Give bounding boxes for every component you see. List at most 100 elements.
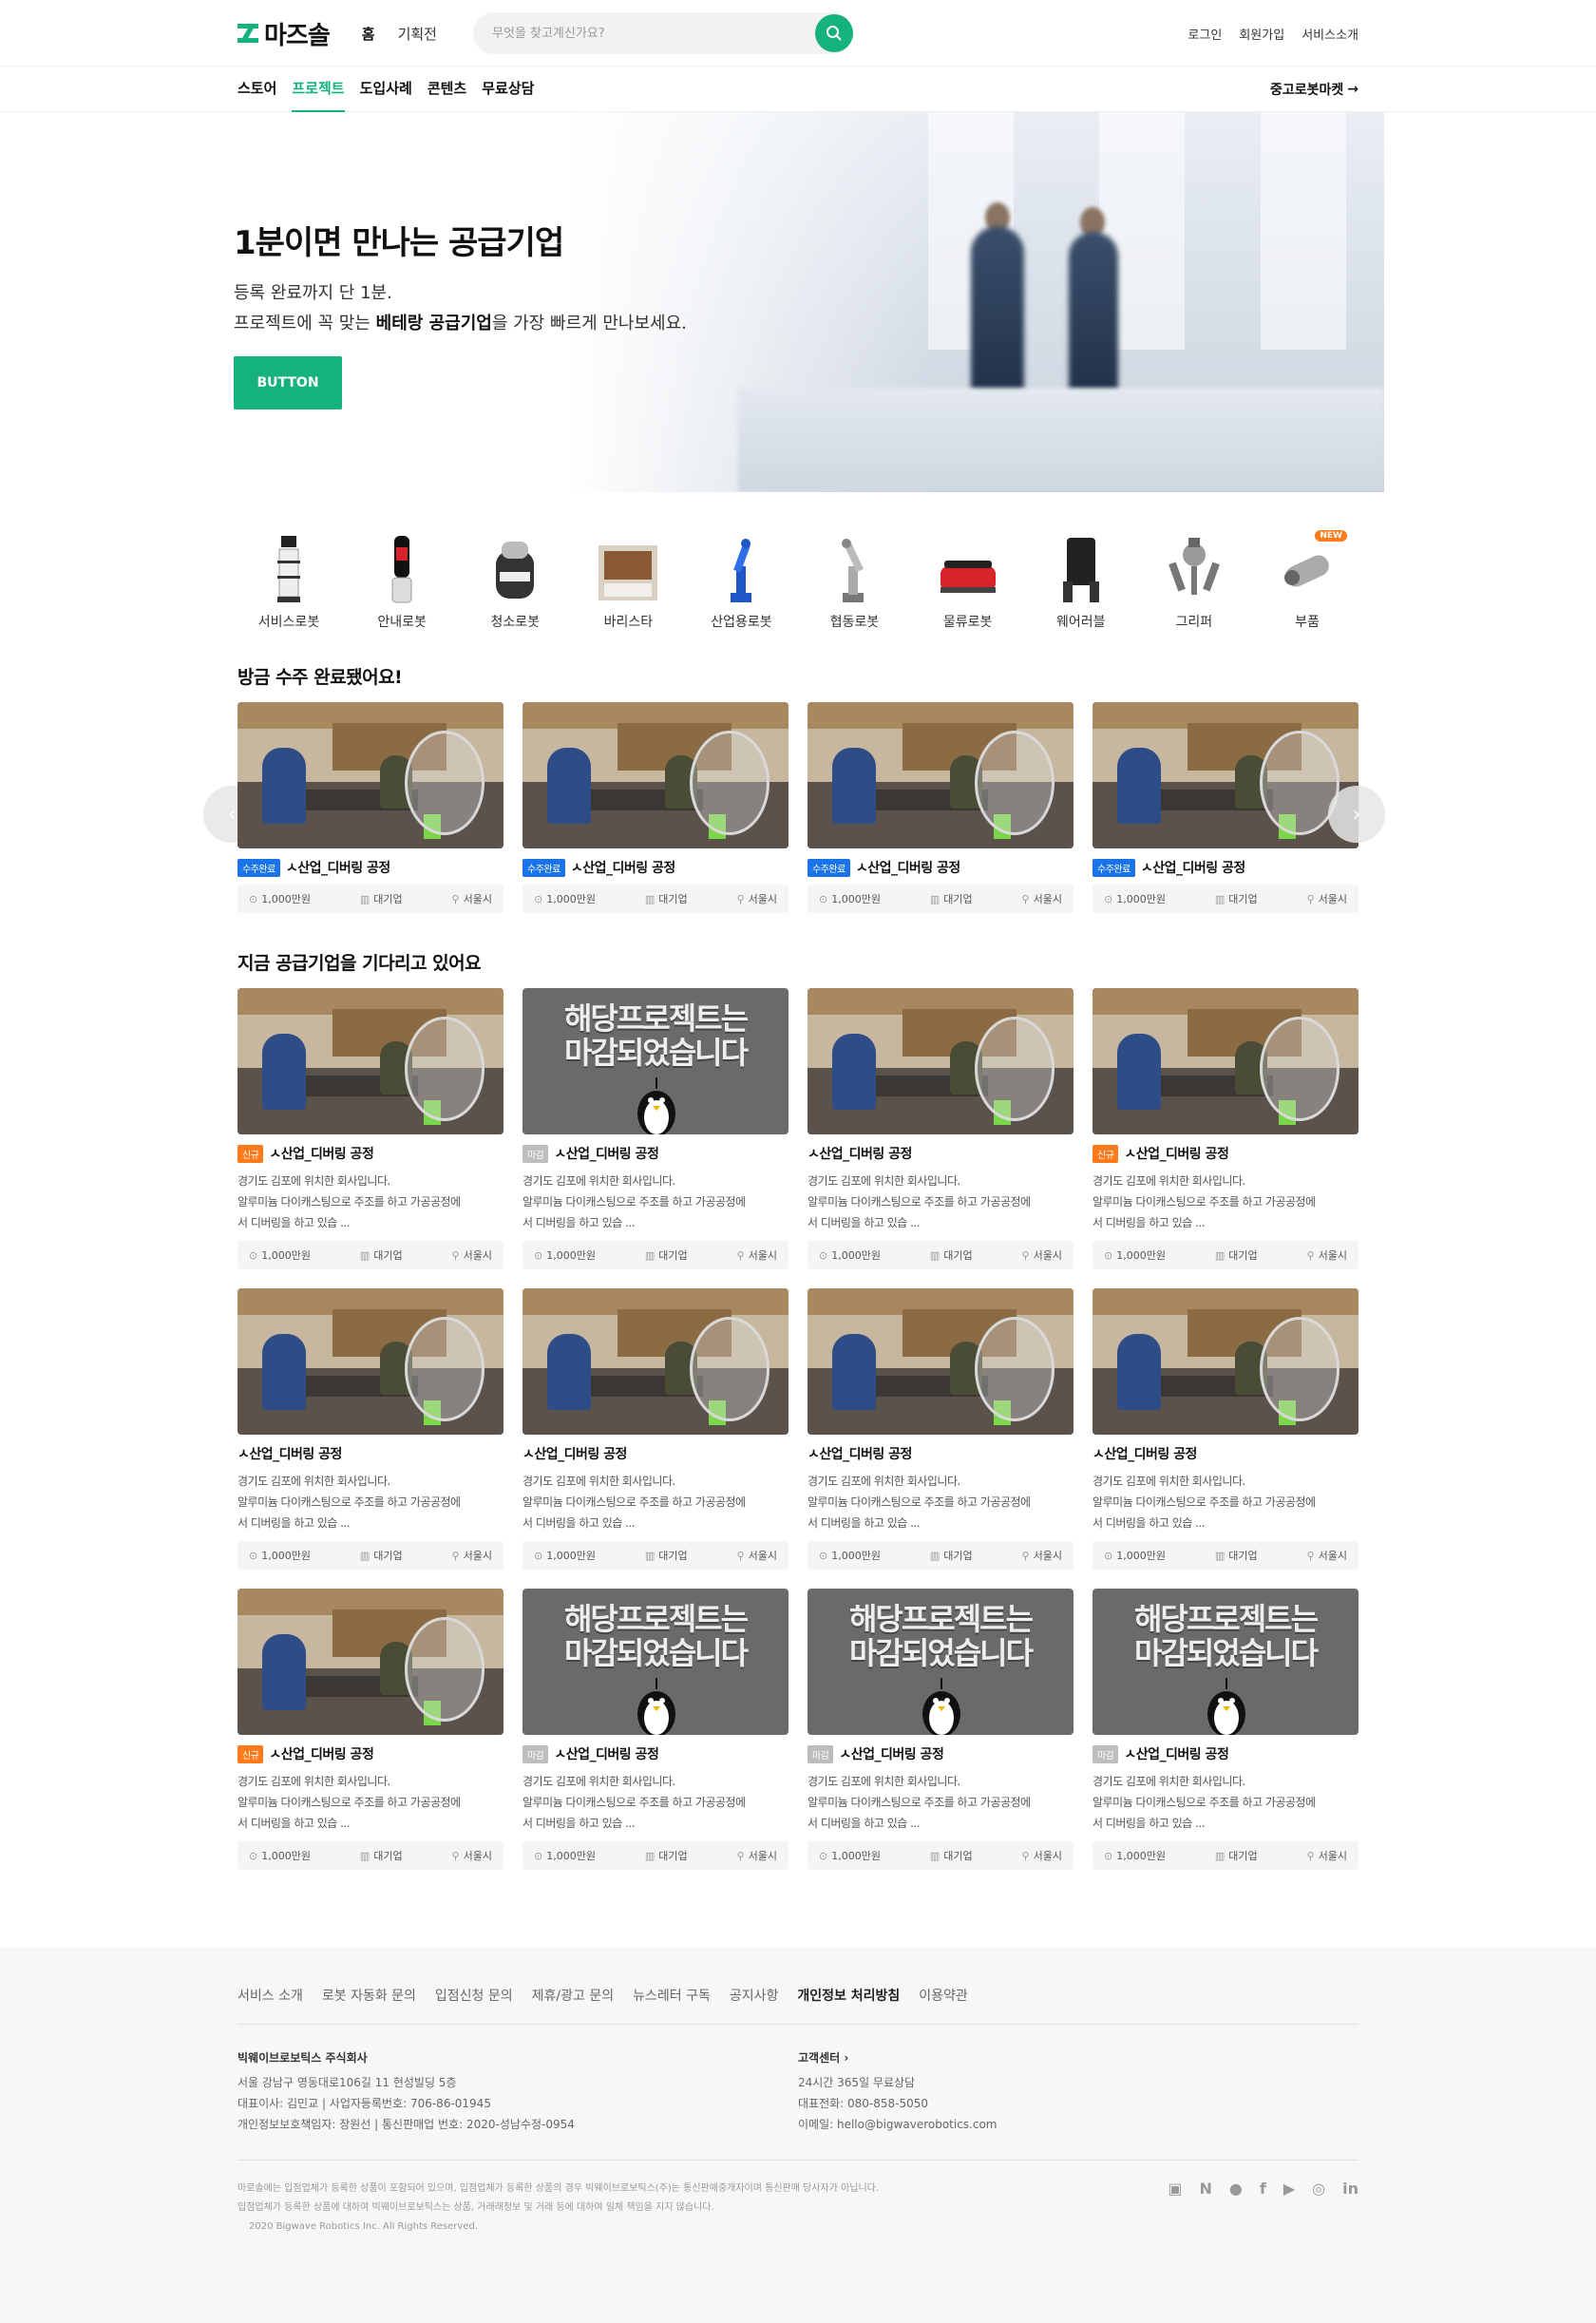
project-thumbnail[interactable] — [238, 702, 504, 848]
completed-project-card[interactable]: 수주완료 ㅅ산업_디버링 공정 ⊙ 1,000만원 ▥ 대기업 ⚲ 서울시 — [1092, 702, 1358, 913]
location-icon: ⚲ — [736, 1549, 745, 1562]
footer-link-4[interactable]: 뉴스레터 구독 — [633, 1986, 711, 2005]
footer-link-1[interactable]: 로봇 자동화 문의 — [322, 1986, 416, 2005]
category-0[interactable]: 서비스로봇 — [243, 532, 334, 631]
search-input[interactable] — [491, 26, 796, 41]
closed-project-thumbnail[interactable]: 해당프로젝트는 마감되었습니다 — [808, 1589, 1074, 1735]
project-thumbnail[interactable] — [522, 702, 788, 848]
project-thumbnail[interactable] — [808, 988, 1074, 1134]
project-title[interactable]: 마감 ㅅ산업_디버링 공정 — [522, 1744, 788, 1763]
waiting-project-card[interactable]: 신규 ㅅ산업_디버링 공정 경기도 김포에 위치한 회사입니다. 알루미늄 다이캐스팅… — [238, 1589, 504, 1870]
footer-link-6[interactable]: 개인정보 처리방침 — [797, 1986, 900, 2005]
hero-button[interactable]: BUTTON — [234, 356, 342, 409]
category-2[interactable]: 청소로봇 — [469, 532, 560, 631]
waiting-project-card[interactable]: 해당프로젝트는 마감되었습니다 마감 ㅅ산업_디버링 공정 경기도 김포에 위치한 회사… — [808, 1589, 1074, 1870]
nav-home[interactable]: 홈 — [362, 24, 375, 44]
hero-image — [567, 112, 1384, 492]
youtube-icon[interactable]: ▶ — [1283, 2180, 1295, 2198]
search-button[interactable] — [814, 14, 853, 52]
naver-icon[interactable]: N — [1200, 2180, 1212, 2198]
category-9[interactable]: 부품 NEW — [1262, 530, 1353, 631]
project-title[interactable]: 수주완료 ㅅ산업_디버링 공정 — [238, 858, 504, 877]
project-title[interactable]: ㅅ산업_디버링 공정 — [808, 1444, 1074, 1463]
project-thumbnail[interactable] — [1092, 1288, 1358, 1435]
completed-project-card[interactable]: 수주완료 ㅅ산업_디버링 공정 ⊙ 1,000만원 ▥ 대기업 ⚲ 서울시 — [522, 702, 788, 913]
project-title[interactable]: 마감 ㅅ산업_디버링 공정 — [522, 1144, 788, 1163]
tab-3[interactable]: 콘텐츠 — [428, 67, 466, 112]
location-icon: ⚲ — [451, 1849, 460, 1862]
project-thumbnail[interactable] — [1092, 988, 1358, 1134]
project-title[interactable]: ㅅ산업_디버링 공정 — [808, 1144, 1074, 1163]
project-thumbnail[interactable] — [808, 702, 1074, 848]
tab-1[interactable]: 프로젝트 — [292, 67, 345, 112]
category-8[interactable]: 그리퍼 — [1149, 532, 1240, 631]
waiting-project-card[interactable]: 신규 ㅅ산업_디버링 공정 경기도 김포에 위치한 회사입니다. 알루미늄 다이캐스팅… — [1092, 988, 1358, 1269]
used-robot-market-link[interactable]: 중고로봇마켓 → — [1270, 80, 1358, 99]
project-thumbnail[interactable] — [238, 1589, 504, 1735]
waiting-project-card[interactable]: 해당프로젝트는 마감되었습니다 마감 ㅅ산업_디버링 공정 경기도 김포에 위치한 회사… — [522, 1589, 788, 1870]
building-icon: ▥ — [1214, 892, 1226, 905]
tab-4[interactable]: 무료상담 — [482, 67, 534, 112]
project-title[interactable]: ㅅ산업_디버링 공정 — [1092, 1444, 1358, 1463]
waiting-project-card[interactable]: ㅅ산업_디버링 공정 경기도 김포에 위치한 회사입니다. 알루미늄 다이캐스팅으로… — [808, 988, 1074, 1269]
project-thumbnail[interactable] — [238, 1288, 504, 1435]
category-6[interactable]: 물류로봇 — [922, 532, 1014, 631]
facebook-icon[interactable]: f — [1260, 2180, 1266, 2198]
category-3[interactable]: 바리스타 — [582, 532, 674, 631]
footer-link-2[interactable]: 입점신청 문의 — [435, 1986, 513, 2005]
project-title[interactable]: 신규 ㅅ산업_디버링 공정 — [1092, 1144, 1358, 1163]
logo[interactable]: 마즈솔 — [238, 16, 331, 51]
kakao-icon[interactable]: ● — [1229, 2180, 1243, 2198]
footer-link-3[interactable]: 제휴/광고 문의 — [532, 1986, 614, 2005]
instagram-icon[interactable]: ◎ — [1312, 2180, 1325, 2198]
completed-project-card[interactable]: 수주완료 ㅅ산업_디버링 공정 ⊙ 1,000만원 ▥ 대기업 ⚲ 서울시 — [238, 702, 504, 913]
project-title[interactable]: 수주완료 ㅅ산업_디버링 공정 — [522, 858, 788, 877]
description-line: 경기도 김포에 위치한 회사입니다. — [1092, 1475, 1245, 1488]
meta-company: ▥ 대기업 — [360, 1848, 403, 1863]
project-title[interactable]: ㅅ산업_디버링 공정 — [238, 1444, 504, 1463]
coin-icon: ⊙ — [249, 1549, 258, 1562]
project-title[interactable]: 마감 ㅅ산업_디버링 공정 — [1092, 1744, 1358, 1763]
project-thumbnail[interactable] — [808, 1288, 1074, 1435]
closed-project-thumbnail[interactable]: 해당프로젝트는 마감되었습니다 — [1092, 1589, 1358, 1735]
hero-title: 1분이면 만나는 공급기업 — [234, 224, 564, 262]
project-title[interactable]: 마감 ㅅ산업_디버링 공정 — [808, 1744, 1074, 1763]
waiting-project-card[interactable]: ㅅ산업_디버링 공정 경기도 김포에 위치한 회사입니다. 알루미늄 다이캐스팅으로… — [238, 1288, 504, 1570]
closed-project-thumbnail[interactable]: 해당프로젝트는 마감되었습니다 — [522, 1589, 788, 1735]
nav-special[interactable]: 기획전 — [398, 24, 437, 44]
login-link[interactable]: 로그인 — [1188, 25, 1222, 43]
footer-link-0[interactable]: 서비스 소개 — [238, 1986, 303, 2005]
category-5[interactable]: 협동로봇 — [809, 532, 901, 631]
linkedin-icon[interactable]: in — [1342, 2180, 1358, 2198]
category-1[interactable]: 안내로봇 — [356, 532, 447, 631]
tab-0[interactable]: 스토어 — [238, 67, 276, 112]
project-title[interactable]: 수주완료 ㅅ산업_디버링 공정 — [808, 858, 1074, 877]
waiting-project-card[interactable]: 해당프로젝트는 마감되었습니다 마감 ㅅ산업_디버링 공정 경기도 김포에 위치한 회사… — [522, 988, 788, 1269]
footer-link-5[interactable]: 공지사항 — [730, 1986, 779, 2005]
project-thumbnail[interactable] — [238, 988, 504, 1134]
project-thumbnail[interactable] — [1092, 702, 1358, 848]
blog-icon[interactable]: ▣ — [1168, 2180, 1182, 2198]
category-4[interactable]: 산업용로봇 — [695, 532, 787, 631]
tab-2[interactable]: 도입사례 — [360, 67, 412, 112]
signup-link[interactable]: 회원가입 — [1239, 25, 1284, 43]
project-title[interactable]: 수주완료 ㅅ산업_디버링 공정 — [1092, 858, 1358, 877]
completed-project-card[interactable]: 수주완료 ㅅ산업_디버링 공정 ⊙ 1,000만원 ▥ 대기업 ⚲ 서울시 — [808, 702, 1074, 913]
waiting-project-card[interactable]: 해당프로젝트는 마감되었습니다 마감 ㅅ산업_디버링 공정 경기도 김포에 위치한 회사… — [1092, 1589, 1358, 1870]
description-line: 서 디버링을 하고 있습 ... — [1092, 1817, 1206, 1830]
project-title[interactable]: 신규 ㅅ산업_디버링 공정 — [238, 1144, 504, 1163]
project-title[interactable]: ㅅ산업_디버링 공정 — [522, 1444, 788, 1463]
waiting-project-card[interactable]: ㅅ산업_디버링 공정 경기도 김포에 위치한 회사입니다. 알루미늄 다이캐스팅으로… — [522, 1288, 788, 1570]
waiting-project-card[interactable]: ㅅ산업_디버링 공정 경기도 김포에 위치한 회사입니다. 알루미늄 다이캐스팅으로… — [808, 1288, 1074, 1570]
waiting-project-card[interactable]: ㅅ산업_디버링 공정 경기도 김포에 위치한 회사입니다. 알루미늄 다이캐스팅으로… — [1092, 1288, 1358, 1570]
project-title[interactable]: 신규 ㅅ산업_디버링 공정 — [238, 1744, 504, 1763]
category-7[interactable]: 웨어러블 — [1036, 532, 1127, 631]
carousel-next-button[interactable]: › — [1328, 786, 1385, 843]
closed-project-thumbnail[interactable]: 해당프로젝트는 마감되었습니다 — [522, 988, 788, 1134]
cs-title[interactable]: 고객센터 › — [798, 2047, 1358, 2068]
about-link[interactable]: 서비스소개 — [1302, 25, 1358, 43]
footer-link-7[interactable]: 이용약관 — [919, 1986, 968, 2005]
waiting-project-card[interactable]: 신규 ㅅ산업_디버링 공정 경기도 김포에 위치한 회사입니다. 알루미늄 다이캐스팅… — [238, 988, 504, 1269]
project-name: ㅅ산업_디버링 공정 — [1140, 861, 1245, 876]
project-thumbnail[interactable] — [522, 1288, 788, 1435]
